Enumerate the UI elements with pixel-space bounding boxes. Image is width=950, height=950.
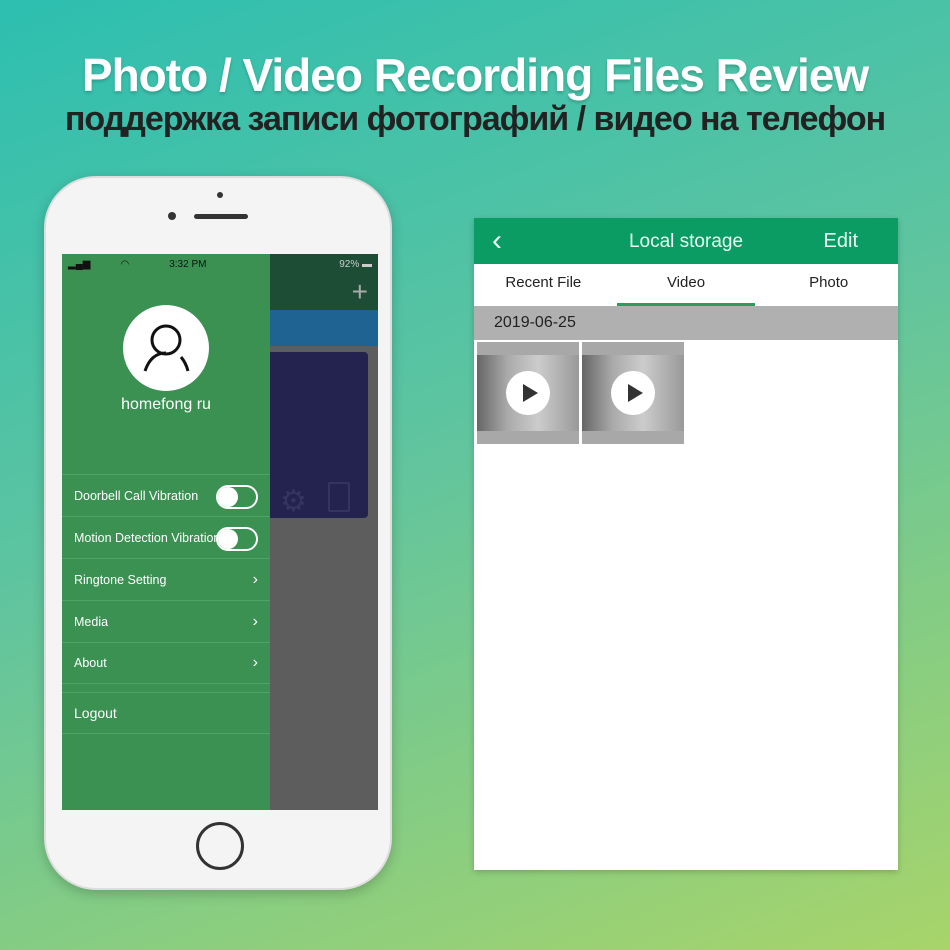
ringtone-setting-row[interactable]: Ringtone Setting › (62, 558, 270, 600)
media-row[interactable]: Media › (62, 600, 270, 642)
subheadline: поддержка записи фотографий / видео на т… (64, 100, 886, 138)
tab-bar: Recent File Video Photo (474, 264, 898, 306)
play-icon[interactable] (611, 371, 655, 415)
background-device-card (262, 352, 368, 518)
camera (168, 212, 176, 220)
local-storage-screen: ‹ Local storage Edit Recent File Video P… (474, 218, 898, 870)
row-label: Media (74, 614, 109, 629)
chevron-right-icon: › (252, 654, 258, 671)
wifi-icon: ◠ (120, 258, 130, 270)
date-header: 2019-06-25 (474, 306, 898, 340)
time: 3:32 PM (169, 258, 207, 270)
play-icon[interactable] (506, 371, 550, 415)
video-thumbnail[interactable] (477, 342, 579, 444)
logout-label: Logout (74, 705, 117, 721)
logout-button[interactable]: Logout (62, 692, 270, 734)
motion-vibration-toggle[interactable] (216, 527, 258, 551)
doorbell-vibration-toggle[interactable] (216, 485, 258, 509)
username: homefong ru (121, 396, 211, 413)
home-button[interactable] (196, 822, 244, 870)
speaker (194, 214, 248, 219)
gear-icon[interactable]: ⚙ (280, 484, 307, 519)
signal-icon: ▂▄▆ (68, 258, 91, 270)
video-grid (474, 340, 898, 446)
phone-screen: + ⌂ ⚙ homefong ru Doorbell Call Vibratio… (62, 254, 378, 810)
battery-percent: 92% (339, 258, 360, 270)
chevron-right-icon: › (252, 612, 258, 630)
motion-vibration-row[interactable]: Motion Detection Vibration (62, 516, 270, 558)
battery: 92% ▬ (339, 258, 372, 270)
user-icon (143, 324, 190, 372)
tab-photo[interactable]: Photo (759, 264, 898, 306)
doorbell-vibration-row[interactable]: Doorbell Call Vibration (62, 474, 270, 516)
phone-mockup: + ⌂ ⚙ homefong ru Doorbell Call Vibratio… (44, 176, 392, 890)
sensor (217, 192, 223, 198)
about-row[interactable]: About › (62, 642, 270, 684)
status-bar: ▂▄▆ ◠ 3:32 PM 92% ▬ (62, 254, 378, 274)
row-label: Ringtone Setting (74, 572, 167, 587)
row-label: Doorbell Call Vibration (74, 488, 199, 503)
video-thumbnail[interactable] (582, 342, 684, 444)
row-label: Motion Detection Vibration (74, 530, 221, 545)
avatar[interactable] (123, 305, 209, 391)
tab-video[interactable]: Video (616, 264, 756, 306)
tab-recent-file[interactable]: Recent File (474, 264, 613, 306)
side-drawer: homefong ru Doorbell Call Vibration Moti… (62, 254, 270, 810)
row-label: About (74, 656, 107, 670)
header-bar: ‹ Local storage Edit (474, 218, 898, 264)
edit-button[interactable]: Edit (824, 230, 858, 253)
chevron-right-icon: › (252, 570, 258, 588)
plus-icon[interactable]: + (352, 276, 368, 308)
trash-icon[interactable] (328, 482, 350, 512)
headline: Photo / Video Recording Files Review (81, 49, 869, 101)
